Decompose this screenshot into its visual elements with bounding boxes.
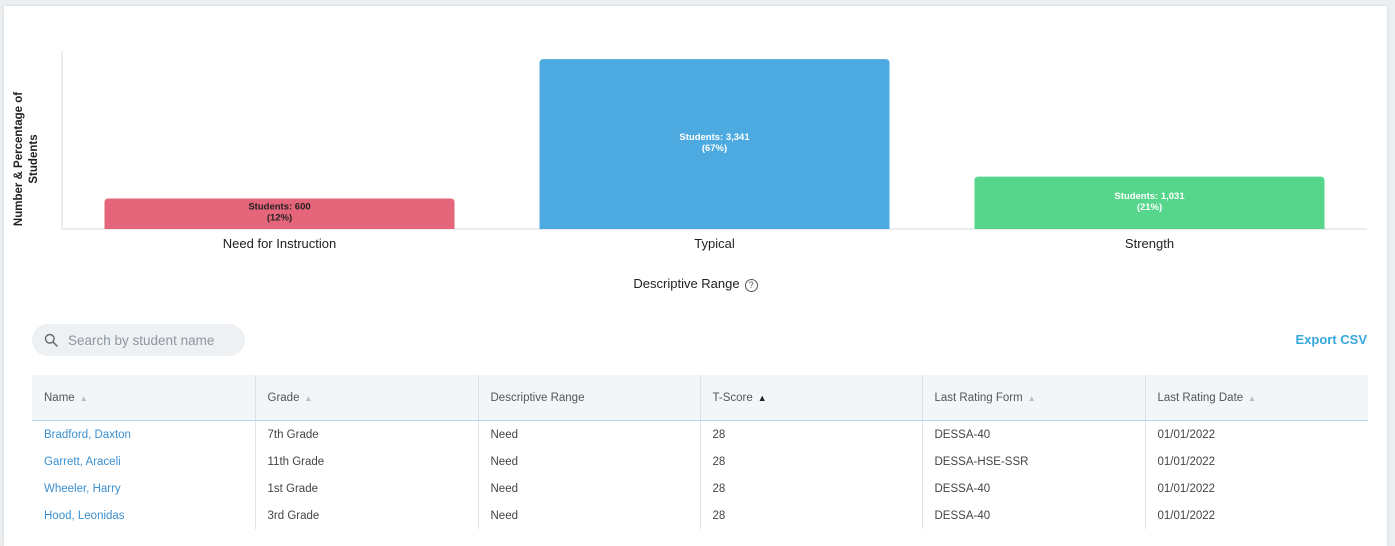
table-row: Bradford, Daxton 7th Grade Need 28 DESSA… bbox=[32, 420, 1368, 448]
search-input[interactable] bbox=[66, 331, 240, 349]
x-axis-title-text: Descriptive Range bbox=[633, 276, 740, 291]
grade-cell: 3rd Grade bbox=[255, 502, 479, 529]
report-card: Number & Percentage of Students Students… bbox=[4, 6, 1387, 546]
last-rating-date-cell: 01/01/2022 bbox=[1157, 455, 1216, 468]
sort-arrow-active-icon[interactable]: ▲ bbox=[758, 393, 767, 403]
last-rating-date-cell: 01/01/2022 bbox=[1157, 428, 1216, 441]
bar-value-label: Students: 600 bbox=[248, 202, 310, 213]
sort-arrow-icon[interactable]: ▲ bbox=[1248, 394, 1256, 403]
table-header-row: Name ▲ Grade ▲ Descriptive Range T-Score ▲ … bbox=[32, 375, 1368, 421]
student-name-link[interactable]: Wheeler, Harry bbox=[32, 475, 256, 502]
bar-percent-label: (12%) bbox=[267, 213, 292, 224]
bar-value-label: Students: 1,031 bbox=[1114, 191, 1185, 202]
descriptive-range-chart: Number & Percentage of Students Students… bbox=[4, 6, 1387, 306]
last-rating-date-cell: 01/01/2022 bbox=[1157, 482, 1216, 495]
students-table: Name ▲ Grade ▲ Descriptive Range T-Score ▲ … bbox=[32, 375, 1368, 529]
sort-arrow-icon[interactable]: ▲ bbox=[1028, 394, 1036, 403]
column-header-last-rating-form[interactable]: Last Rating Form ▲ bbox=[922, 375, 1146, 421]
last-rating-form-cell: DESSA-HSE-SSR bbox=[922, 448, 1146, 475]
table-row: Hood, Leonidas 3rd Grade Need 28 DESSA-4… bbox=[32, 502, 1368, 529]
category-tick-label: Strength bbox=[1125, 236, 1174, 251]
student-name-link[interactable]: Bradford, Daxton bbox=[32, 420, 256, 448]
search-icon bbox=[44, 333, 58, 347]
grade-cell: 1st Grade bbox=[255, 475, 479, 502]
bar-percent-label: (67%) bbox=[702, 143, 727, 154]
sort-arrow-icon[interactable]: ▲ bbox=[304, 394, 312, 403]
t-score-cell: 28 bbox=[700, 448, 923, 475]
table-row: Wheeler, Harry 1st Grade Need 28 DESSA-4… bbox=[32, 475, 1368, 502]
column-header-name[interactable]: Name ▲ bbox=[32, 375, 256, 421]
student-name-link[interactable]: Hood, Leonidas bbox=[32, 502, 256, 529]
bar-percent-label: (21%) bbox=[1137, 202, 1162, 213]
category-tick-label: Typical bbox=[694, 236, 735, 251]
descriptive-range-cell: Need bbox=[478, 502, 701, 529]
sort-arrow-icon[interactable]: ▲ bbox=[80, 394, 88, 403]
column-header-last-rating-date[interactable]: Last Rating Date ▲ bbox=[1145, 375, 1368, 421]
last-rating-form-cell: DESSA-40 bbox=[922, 502, 1146, 529]
column-header-descriptive-range: Descriptive Range bbox=[478, 375, 701, 421]
last-rating-date-cell: 01/01/2022 bbox=[1157, 509, 1216, 522]
export-csv-link[interactable]: Export CSV bbox=[1295, 332, 1367, 347]
bar-value-label: Students: 3,341 bbox=[679, 132, 750, 143]
student-name-link[interactable]: Garrett, Araceli bbox=[32, 448, 256, 475]
descriptive-range-cell: Need bbox=[478, 448, 701, 475]
column-header-grade[interactable]: Grade ▲ bbox=[255, 375, 479, 421]
student-search[interactable] bbox=[32, 324, 245, 356]
last-rating-form-cell: DESSA-40 bbox=[922, 420, 1146, 448]
column-header-t-score[interactable]: T-Score ▲ bbox=[700, 375, 923, 421]
descriptive-range-cell: Need bbox=[478, 475, 701, 502]
grade-cell: 7th Grade bbox=[255, 420, 479, 448]
t-score-cell: 28 bbox=[700, 420, 923, 448]
category-tick-label: Need for Instruction bbox=[223, 236, 336, 251]
table-row: Garrett, Araceli 11th Grade Need 28 DESS… bbox=[32, 448, 1368, 475]
t-score-cell: 28 bbox=[700, 475, 923, 502]
grade-cell: 11th Grade bbox=[255, 448, 479, 475]
last-rating-form-cell: DESSA-40 bbox=[922, 475, 1146, 502]
t-score-cell: 28 bbox=[700, 502, 923, 529]
chart-canvas: Students: 600(12%) Need for Instruction St… bbox=[61, 51, 1367, 251]
help-icon[interactable]: ? bbox=[744, 279, 758, 292]
x-axis-title: Descriptive Range? bbox=[4, 276, 1387, 292]
descriptive-range-cell: Need bbox=[478, 420, 701, 448]
